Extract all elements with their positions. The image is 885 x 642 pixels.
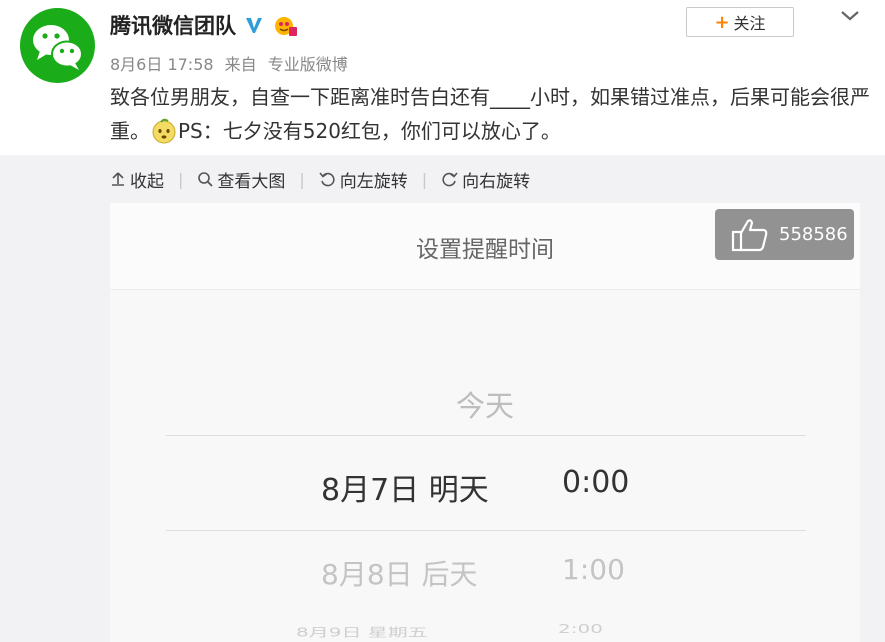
- post-meta: 8月6日 17:58 来自 专业版微博: [110, 51, 354, 75]
- follow-label: 关注: [733, 14, 766, 33]
- picker-next-time: 1:00: [562, 553, 625, 586]
- picker-third-time: 2:00: [558, 621, 603, 637]
- verified-v-icon: [246, 18, 262, 33]
- view-large-label: 查看大图: [217, 171, 286, 192]
- toolbar-divider: |: [178, 169, 184, 189]
- post-text-ps: PS：七夕没有520红包，你们可以放心了。: [178, 119, 561, 143]
- post-date[interactable]: 8月6日 17:58: [110, 55, 214, 74]
- source-prefix: 来自: [224, 55, 257, 74]
- follow-button[interactable]: + 关注: [686, 7, 794, 37]
- picker-divider-top: [166, 435, 806, 436]
- rotate-right-label: 向右旋转: [462, 171, 531, 192]
- post-image[interactable]: 设置提醒时间 今天 8月7日 明天 0:00 8月8日 后天 1:00 8月9日…: [110, 203, 860, 642]
- collapse-label: 收起: [130, 171, 164, 192]
- rotate-left-button[interactable]: 向左旋转: [319, 167, 408, 192]
- picker-third-day: 8月9日 星期五: [296, 625, 428, 640]
- toolbar-divider: |: [299, 169, 305, 189]
- picker-today: 今天: [455, 389, 514, 423]
- like-button[interactable]: 558586: [715, 209, 854, 260]
- collapse-button[interactable]: 收起: [110, 167, 164, 192]
- rotate-right-icon: [442, 172, 458, 187]
- member-badge-icon: [275, 17, 297, 36]
- author-name-row: 腾讯微信团队: [110, 10, 298, 40]
- chevron-down-icon[interactable]: [838, 4, 862, 28]
- weibo-post: 腾讯微信团队 8月6日 17:58 来自 专业版微博 + 关注 致各位男朋友，自…: [0, 0, 885, 155]
- rotate-left-icon: [319, 172, 335, 187]
- wechat-logo-icon: [33, 25, 83, 70]
- plus-icon: +: [714, 11, 730, 33]
- like-count: 558586: [779, 224, 848, 245]
- author-name[interactable]: 腾讯微信团队: [110, 10, 236, 40]
- image-toolbar: 收起 | 查看大图 | 向左旋转 | 向右旋转: [110, 166, 530, 192]
- picker-divider-bottom: [166, 530, 806, 531]
- view-large-button[interactable]: 查看大图: [197, 167, 285, 192]
- rotate-right-button[interactable]: 向右旋转: [441, 167, 530, 192]
- thumbs-up-icon: [731, 218, 768, 251]
- search-icon: [198, 172, 214, 187]
- toolbar-divider: |: [421, 169, 428, 189]
- face-emoji-icon: [152, 118, 176, 144]
- collapse-up-icon: [112, 172, 124, 186]
- picker-selected-day: 8月7日 明天: [321, 473, 489, 508]
- picker-next-day: 8月8日 后天: [321, 558, 478, 591]
- wechat-avatar[interactable]: [20, 8, 95, 83]
- rotate-left-label: 向左旋转: [339, 171, 408, 192]
- post-content: 致各位男朋友，自查一下距离准时告白还有____小时，如果错过准点，后果可能会很严…: [110, 80, 870, 148]
- picker-selected-time: 0:00: [562, 465, 630, 500]
- post-source[interactable]: 专业版微博: [268, 55, 348, 74]
